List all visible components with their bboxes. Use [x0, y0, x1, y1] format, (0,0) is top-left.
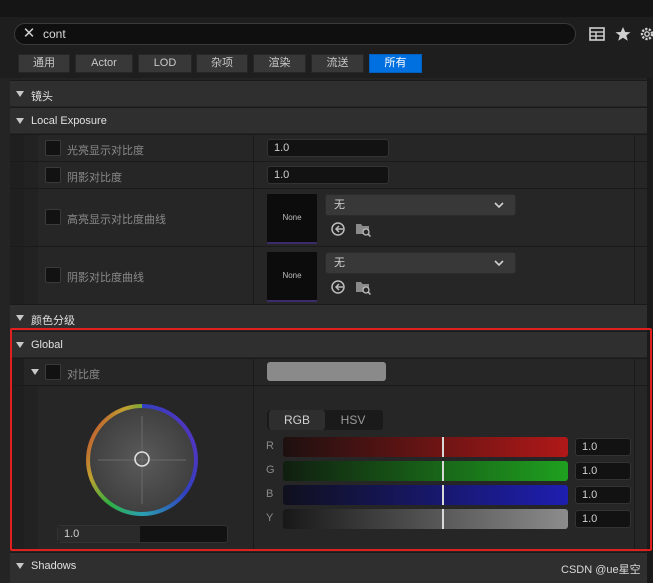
category-local-exposure[interactable]: Local Exposure — [10, 107, 647, 133]
asset-thumbnail[interactable]: None — [267, 194, 317, 244]
collapse-arrow-icon[interactable] — [16, 118, 24, 124]
filter-lod[interactable]: LOD — [138, 54, 192, 73]
collapse-arrow-icon[interactable] — [16, 315, 24, 321]
collapse-arrow-icon[interactable] — [16, 91, 24, 97]
dropdown-value: 无 — [334, 199, 345, 211]
filter-streaming[interactable]: 流送 — [311, 54, 364, 73]
filter-rendering[interactable]: 渲染 — [253, 54, 306, 73]
override-checkbox[interactable] — [45, 140, 61, 156]
category-lens[interactable]: 镜头 — [10, 80, 647, 106]
browse-asset-icon[interactable] — [355, 221, 371, 237]
star-icon[interactable] — [613, 24, 633, 44]
browse-asset-icon[interactable] — [355, 279, 371, 295]
filter-general[interactable]: 通用 — [18, 54, 70, 73]
property-label: 阴影对比度 — [67, 172, 122, 184]
override-checkbox[interactable] — [45, 209, 61, 225]
curve-asset-dropdown[interactable]: 无 — [325, 252, 516, 274]
gear-icon[interactable] — [637, 24, 653, 44]
category-shadows[interactable]: Shadows — [10, 552, 647, 583]
shadow-contrast-input[interactable]: 1.0 — [267, 166, 389, 184]
search-value: cont — [43, 27, 66, 41]
collapse-arrow-icon[interactable] — [16, 563, 24, 569]
category-local-exposure-label: Local Exposure — [31, 115, 107, 127]
top-strip — [0, 0, 653, 17]
dropdown-value: 无 — [334, 257, 345, 269]
chevron-down-icon — [494, 202, 504, 209]
property-label: 阴影对比度曲线 — [67, 272, 144, 284]
property-row-highlight-curve: 高亮显示对比度曲线 None 无 — [10, 188, 647, 246]
category-color-grading[interactable]: 颜色分级 — [10, 304, 647, 330]
asset-thumbnail[interactable]: None — [267, 252, 317, 302]
override-checkbox[interactable] — [45, 267, 61, 283]
category-shadows-label: Shadows — [31, 560, 77, 572]
curve-asset-dropdown[interactable]: 无 — [325, 194, 516, 216]
chevron-down-icon — [494, 260, 504, 267]
clear-search-icon[interactable]: ✕ — [21, 26, 37, 42]
property-row-shadow-contrast: 阴影对比度 1.0 — [10, 161, 647, 188]
highlight-annotation-box — [10, 328, 652, 551]
property-label: 光亮显示对比度 — [67, 145, 144, 157]
property-row-shadow-curve: 阴影对比度曲线 None 无 — [10, 246, 647, 304]
property-label: 高亮显示对比度曲线 — [67, 214, 166, 226]
category-lens-label: 镜头 — [31, 91, 53, 103]
search-input[interactable]: ✕ cont — [14, 23, 576, 45]
filter-actor[interactable]: Actor — [75, 54, 133, 73]
use-selected-asset-icon[interactable] — [330, 279, 346, 295]
watermark: CSDN @ue星空 — [561, 564, 641, 576]
filter-misc[interactable]: 杂项 — [196, 54, 248, 73]
override-checkbox[interactable] — [45, 167, 61, 183]
highlight-contrast-input[interactable]: 1.0 — [267, 139, 389, 157]
category-color-grading-label: 颜色分级 — [31, 315, 75, 327]
filter-all[interactable]: 所有 — [369, 54, 422, 73]
property-row-highlight-contrast: 光亮显示对比度 1.0 — [10, 134, 647, 161]
table-icon[interactable] — [587, 24, 607, 44]
use-selected-asset-icon[interactable] — [330, 221, 346, 237]
